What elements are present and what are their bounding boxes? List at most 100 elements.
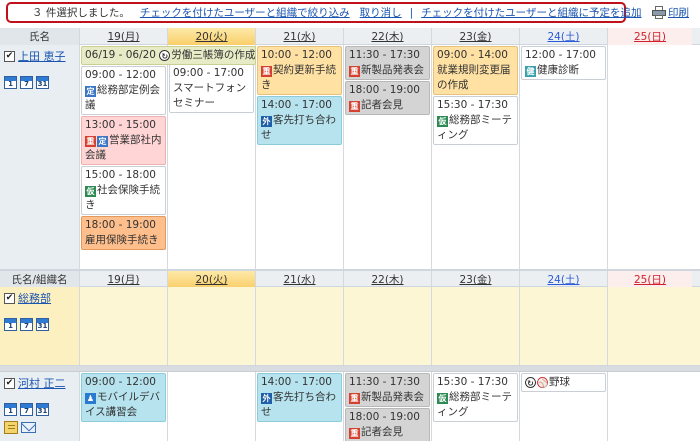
- event-item[interactable]: 14:00 - 17:00 外客先打ち合わせ: [257, 373, 342, 422]
- link-separator: |: [409, 6, 414, 19]
- day-header-21[interactable]: 21(水): [283, 29, 315, 44]
- day-cell[interactable]: [256, 287, 344, 365]
- day-cell[interactable]: [432, 287, 520, 365]
- event-item[interactable]: 11:30 - 17:30 重新製品発表会: [345, 46, 430, 80]
- user-cell: ✔ 河村 正二 1 7 31: [0, 372, 80, 441]
- repeat-icon: ↻: [159, 50, 171, 61]
- week-view-icon[interactable]: 7: [20, 318, 33, 331]
- event-item[interactable]: 15:00 - 18:00 仮社会保険手続き: [81, 166, 166, 215]
- org-cell: ✔ 総務部 1 7 31: [0, 287, 80, 365]
- print-label[interactable]: 印刷: [668, 5, 689, 20]
- day-cell[interactable]: 09:00 - 14:00 就業規則変更届の作成 15:30 - 17:30 仮総務…: [432, 45, 520, 269]
- outside-tag-icon: 外: [261, 393, 272, 404]
- regular-tag-icon: 定: [97, 136, 108, 147]
- day-cell[interactable]: [608, 372, 692, 441]
- day-header-24[interactable]: 24(土): [547, 29, 579, 44]
- week-view-icon[interactable]: 7: [20, 76, 33, 89]
- event-item[interactable]: 13:00 - 15:00 重定営業部社内会議: [81, 116, 166, 165]
- memo-icon[interactable]: [4, 421, 18, 434]
- important-tag-icon: 重: [349, 428, 360, 439]
- selection-box: ３ 件選択しました。 チェックを付けたユーザーと組織で絞り込み 取り消し | チ…: [6, 2, 641, 23]
- day-cell[interactable]: 14:00 - 17:00 外客先打ち合わせ: [256, 372, 344, 441]
- user-row-ueda: ✔ 上田 恵子 1 7 31 06/19 - 06/20 ↻ 労働三帳簿の作成 0…: [0, 45, 700, 270]
- day-header-25[interactable]: 25(日): [634, 29, 666, 44]
- day-header-23[interactable]: 23(金): [459, 272, 491, 287]
- day-cell[interactable]: [608, 287, 692, 365]
- tentative-tag-icon: 仮: [437, 116, 448, 127]
- date-header-row-2: 氏名/組織名 19(月) 20(火) 21(水) 22(木) 23(金) 24(…: [0, 270, 700, 288]
- event-item[interactable]: 14:00 - 17:00 外客先打ち合わせ: [257, 96, 342, 145]
- event-item[interactable]: 12:00 - 17:00 健健康診断: [521, 46, 606, 80]
- user-checkbox[interactable]: ✔: [4, 377, 15, 389]
- day-cell[interactable]: 11:30 - 17:30 重新製品発表会 18:00 - 19:00 重記者会見: [344, 372, 432, 441]
- day-cell[interactable]: [168, 372, 256, 441]
- day-header-25[interactable]: 25(日): [634, 272, 666, 287]
- day-cell[interactable]: ↻ ⚾野球: [520, 372, 608, 441]
- day-cell[interactable]: [608, 45, 692, 269]
- day-cell[interactable]: 15:30 - 17:30 仮総務部ミーティング: [432, 372, 520, 441]
- day-cell[interactable]: 12:00 - 17:00 健健康診断: [520, 45, 608, 269]
- user-name-link[interactable]: 上田 恵子: [18, 48, 66, 64]
- name-column-header: 氏名: [0, 28, 80, 45]
- day-cell[interactable]: 11:30 - 17:30 重新製品発表会 18:00 - 19:00 重記者会見: [344, 45, 432, 269]
- event-item[interactable]: 18:00 - 19:00 重記者会見: [345, 81, 430, 115]
- print-button[interactable]: 印刷: [652, 5, 689, 20]
- selected-count: ３ 件選択しました。: [32, 7, 130, 19]
- filter-by-checked-link[interactable]: チェックを付けたユーザーと組織で絞り込み: [140, 5, 350, 20]
- day-view-icon[interactable]: 1: [4, 76, 17, 89]
- user-checkbox[interactable]: ✔: [4, 50, 15, 62]
- day-cell[interactable]: 10:00 - 12:00 重契約更新手続き 14:00 - 17:00 外客先打ち…: [256, 45, 344, 269]
- event-item[interactable]: 09:00 - 12:00 定総務部定例会議: [81, 66, 166, 115]
- event-item[interactable]: 18:00 - 19:00 重記者会見: [345, 408, 430, 441]
- event-item[interactable]: 10:00 - 12:00 重契約更新手続き: [257, 46, 342, 95]
- event-item[interactable]: 11:30 - 17:30 重新製品発表会: [345, 373, 430, 407]
- user-cell: ✔ 上田 恵子 1 7 31: [0, 45, 80, 269]
- month-view-icon[interactable]: 31: [36, 403, 49, 416]
- add-schedule-for-checked-link[interactable]: チェックを付けたユーザーと組織に予定を追加: [421, 5, 641, 20]
- name-org-column-header: 氏名/組織名: [0, 271, 80, 288]
- health-check-icon: 健: [525, 66, 536, 77]
- user-name-link[interactable]: 河村 正二: [18, 375, 66, 391]
- day-cell[interactable]: [168, 287, 256, 365]
- day-header-20[interactable]: 20(火): [195, 29, 227, 44]
- day-header-20[interactable]: 20(火): [195, 272, 227, 287]
- day-header-24[interactable]: 24(土): [547, 272, 579, 287]
- day-view-icon[interactable]: 1: [4, 403, 17, 416]
- day-cell[interactable]: [80, 287, 168, 365]
- cancel-selection-link[interactable]: 取り消し: [360, 5, 402, 20]
- event-item[interactable]: 09:00 - 12:00 ♟ モバイルデバイス講習会: [81, 373, 166, 422]
- event-item[interactable]: ↻ ⚾野球: [521, 373, 606, 392]
- day-cell[interactable]: [344, 287, 432, 365]
- day-header-22[interactable]: 22(木): [371, 272, 403, 287]
- event-banner[interactable]: 06/19 - 06/20 ↻ 労働三帳簿の作成: [81, 46, 256, 65]
- day-cell[interactable]: [520, 287, 608, 365]
- day-header-19[interactable]: 19(月): [107, 29, 139, 44]
- event-item[interactable]: 09:00 - 14:00 就業規則変更届の作成: [433, 46, 518, 95]
- ball-icon: ⚾: [537, 377, 548, 388]
- day-header-21[interactable]: 21(水): [283, 272, 315, 287]
- week-view-icon[interactable]: 7: [20, 403, 33, 416]
- day-cell[interactable]: 09:00 - 17:00 スマートフォンセミナー: [168, 45, 256, 269]
- day-view-icon[interactable]: 1: [4, 318, 17, 331]
- event-item[interactable]: 15:30 - 17:30 仮総務部ミーティング: [433, 373, 518, 422]
- org-name-link[interactable]: 総務部: [18, 290, 51, 306]
- org-checkbox[interactable]: ✔: [4, 292, 15, 304]
- important-tag-icon: 重: [261, 66, 272, 77]
- regular-tag-icon: 定: [85, 86, 96, 97]
- important-tag-icon: 重: [349, 66, 360, 77]
- user-row-kawamura: ✔ 河村 正二 1 7 31 09:00 - 12:00 ♟ モバイルデバイス講習会…: [0, 372, 700, 441]
- day-header-19[interactable]: 19(月): [107, 272, 139, 287]
- date-header-row: 氏名 19(月) 20(火) 21(水) 22(木) 23(金) 24(土) 2…: [0, 28, 700, 45]
- day-cell[interactable]: 09:00 - 12:00 ♟ モバイルデバイス講習会: [80, 372, 168, 441]
- printer-icon: [652, 6, 666, 19]
- day-header-23[interactable]: 23(金): [459, 29, 491, 44]
- mail-icon[interactable]: [21, 422, 36, 433]
- event-item[interactable]: 09:00 - 17:00 スマートフォンセミナー: [169, 64, 254, 113]
- month-view-icon[interactable]: 31: [36, 76, 49, 89]
- event-item[interactable]: 15:30 - 17:30 仮総務部ミーティング: [433, 96, 518, 145]
- event-item[interactable]: 18:00 - 19:00 雇用保険手続き: [81, 216, 166, 250]
- day-cell[interactable]: 06/19 - 06/20 ↻ 労働三帳簿の作成 09:00 - 12:00 定総務…: [80, 45, 256, 269]
- day-header-22[interactable]: 22(木): [371, 29, 403, 44]
- month-view-icon[interactable]: 31: [36, 318, 49, 331]
- selection-toolbar: ３ 件選択しました。 チェックを付けたユーザーと組織で絞り込み 取り消し | チ…: [0, 0, 700, 27]
